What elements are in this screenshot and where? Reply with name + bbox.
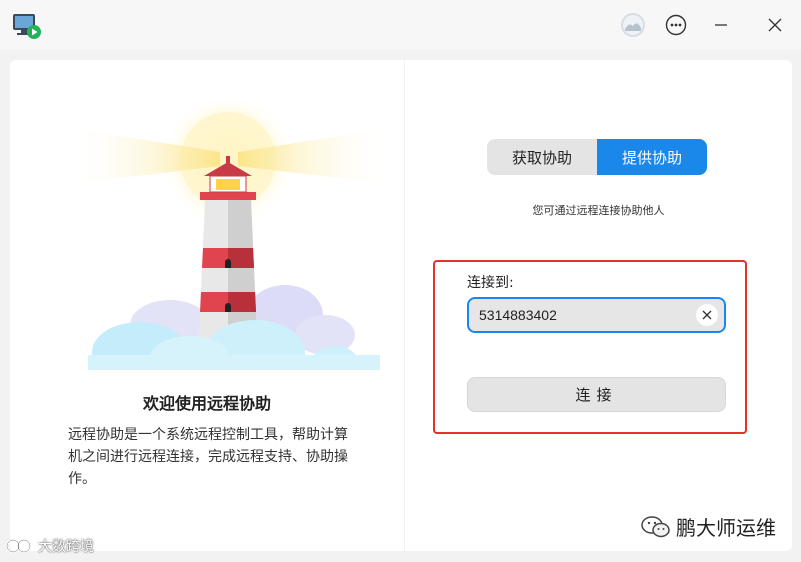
close-icon[interactable] bbox=[762, 12, 788, 38]
tab-provide-assistance[interactable]: 提供协助 bbox=[597, 139, 707, 175]
brand-logo-icon bbox=[6, 539, 31, 553]
brand-watermark: 大数跨境 bbox=[6, 536, 94, 556]
watermark-text-left: 大数跨境 bbox=[38, 539, 94, 555]
assist-panel: 获取协助 提供协助 您可通过远程连接协助他人 连接到: 5314883402 连… bbox=[405, 60, 792, 551]
connect-to-label: 连接到: bbox=[467, 275, 514, 291]
connection-id-input[interactable]: 5314883402 bbox=[467, 297, 726, 333]
watermark-text-right: 鹏大师运维 bbox=[676, 516, 776, 540]
user-avatar-icon[interactable] bbox=[620, 12, 646, 38]
title-bar bbox=[0, 0, 801, 50]
connect-button[interactable]: 连接 bbox=[467, 377, 726, 412]
tab-get-assistance[interactable]: 获取协助 bbox=[487, 139, 597, 175]
mode-switch: 获取协助 提供协助 bbox=[487, 139, 707, 175]
wechat-icon bbox=[641, 515, 670, 537]
clear-input-icon[interactable] bbox=[696, 304, 718, 326]
welcome-panel: 欢迎使用远程协助 远程协助是一个系统远程控制工具，帮助计算机之间进行远程连接，完… bbox=[10, 60, 404, 551]
lighthouse-illustration bbox=[70, 92, 390, 384]
welcome-title: 欢迎使用远程协助 bbox=[142, 394, 271, 413]
wechat-watermark: 鹏大师运维 bbox=[640, 512, 776, 541]
remote-assist-app-icon bbox=[12, 12, 42, 40]
mode-hint: 您可通过远程连接协助他人 bbox=[532, 204, 665, 217]
minimize-icon[interactable] bbox=[708, 12, 734, 38]
connection-id-value: 5314883402 bbox=[479, 307, 557, 323]
welcome-description: 远程协助是一个系统远程控制工具，帮助计算机之间进行远程连接，完成远程支持、协助操… bbox=[68, 427, 348, 487]
more-options-icon[interactable] bbox=[663, 12, 689, 38]
